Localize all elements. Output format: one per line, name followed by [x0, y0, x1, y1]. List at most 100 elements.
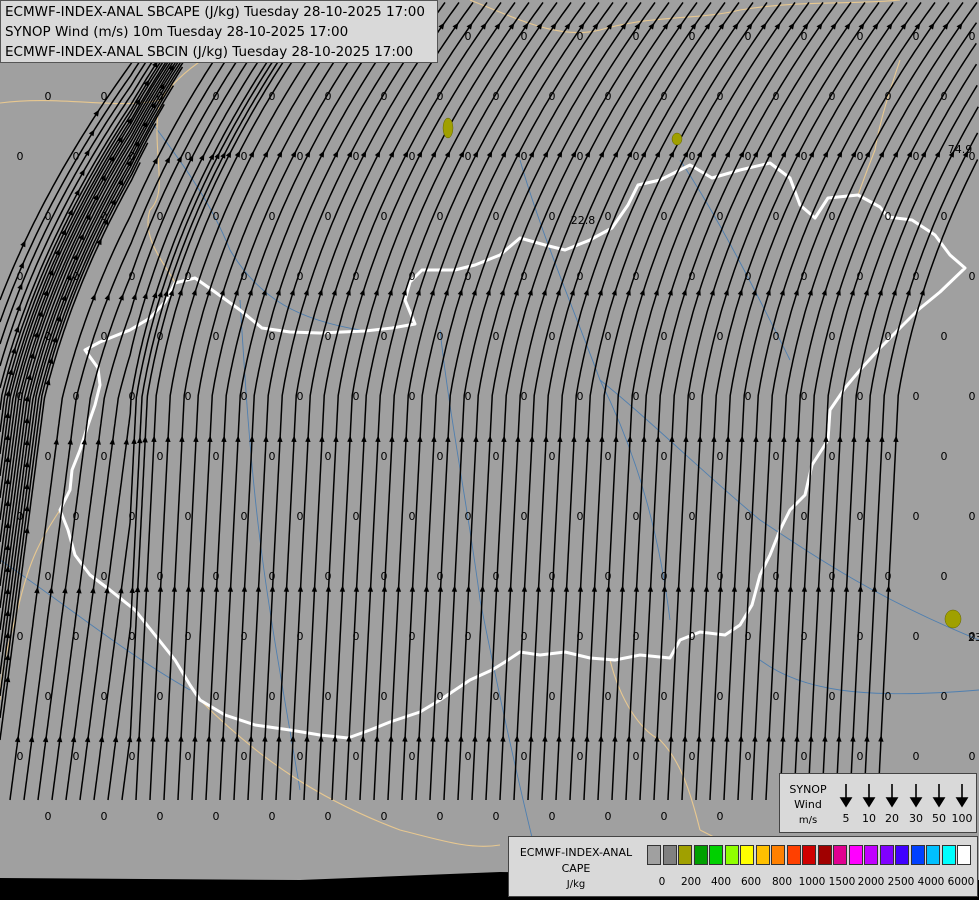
cin-value-label: 0: [381, 570, 388, 583]
cin-value-label: 0: [801, 150, 808, 163]
cin-value-label: 0: [213, 450, 220, 463]
cin-value-label: 0: [437, 330, 444, 343]
cin-value-label: 0: [577, 630, 584, 643]
cape-color-legend: ECMWF-INDEX-ANAL CAPE J/kg 0 200 400 600 800…: [508, 836, 978, 897]
cin-value-label: 0: [829, 450, 836, 463]
cin-value-label: 0: [633, 630, 640, 643]
cape-tick-label: 400: [710, 876, 732, 888]
cin-value-label: 0: [437, 810, 444, 823]
cin-value-label: 0: [17, 390, 24, 403]
synop-legend-subtitle: Wind: [794, 798, 822, 811]
cin-value-label: 0: [17, 510, 24, 523]
cin-value-label: 0: [913, 150, 920, 163]
cin-value-label: 0: [801, 30, 808, 43]
cin-value-label: 0: [129, 630, 136, 643]
cin-value-label: 0: [297, 750, 304, 763]
cin-value-label: 0: [493, 570, 500, 583]
cin-value-label: 0: [493, 450, 500, 463]
cin-value-label: 0: [521, 390, 528, 403]
cin-value-label: 0: [717, 570, 724, 583]
wind-speed-label: 10: [862, 812, 876, 825]
cape-color-swatch: [864, 845, 878, 865]
wind-speed-label: 50: [932, 812, 946, 825]
cin-value-label: 0: [829, 90, 836, 103]
cape-tick-label: 6000: [947, 876, 975, 888]
cin-value-label: 0: [941, 330, 948, 343]
cin-value-label: 0: [325, 90, 332, 103]
cape-color-swatch: [941, 845, 956, 865]
cin-value-label: 0: [885, 210, 892, 223]
cape-value-label: 74.9: [948, 143, 973, 156]
cape-tick-label: 2000: [857, 876, 885, 888]
cin-value-label: 0: [717, 330, 724, 343]
cin-value-label: 0: [885, 570, 892, 583]
cin-value-label: 0: [297, 150, 304, 163]
cin-value-label: 0: [157, 450, 164, 463]
cin-value-label: 0: [213, 570, 220, 583]
cin-value-label: 0: [73, 510, 80, 523]
cin-layer-title: ECMWF-INDEX-ANAL SBCIN (J/kg) Tuesday 28…: [5, 44, 414, 60]
cin-value-label: 0: [745, 750, 752, 763]
cape-color-swatch: [740, 845, 754, 865]
cin-value-label: 0: [437, 210, 444, 223]
synop-legend-unit: m/s: [798, 815, 818, 826]
cin-value-label: 0: [521, 510, 528, 523]
cin-value-label: 0: [45, 90, 52, 103]
cin-value-label: 0: [857, 150, 864, 163]
cin-value-label: 0: [857, 270, 864, 283]
cape-color-swatch: [647, 845, 661, 865]
cin-value-label: 0: [157, 90, 164, 103]
cape-color-swatch: [895, 845, 909, 865]
map-title-box: ECMWF-INDEX-ANAL SBCAPE (J/kg) Tuesday 2…: [0, 0, 438, 63]
cin-value-label: 0: [969, 30, 976, 43]
cin-value-label: 0: [269, 810, 276, 823]
cape-patch: [442, 117, 454, 139]
cin-value-label: 0: [577, 750, 584, 763]
cin-value-label: 0: [661, 90, 668, 103]
cin-value-label: 0: [549, 570, 556, 583]
cin-value-label: 0: [773, 570, 780, 583]
cin-value-label: 0: [45, 690, 52, 703]
weather-map: 0 0 0 0 0 0 0 0 0 0 0 0 0 0 0 0 0 0 0 0 0 0 0 0 0 0 0 0 0 0 0 0 0 0 0 0 0 0 0 0…: [0, 0, 979, 900]
cin-value-label: 0: [45, 210, 52, 223]
cin-value-label: 0: [913, 270, 920, 283]
cin-value-label: 0: [549, 210, 556, 223]
cin-value-label: 0: [101, 90, 108, 103]
cin-value-label: 0: [241, 390, 248, 403]
cin-value-label: 0: [409, 390, 416, 403]
cin-value-label: 0: [465, 750, 472, 763]
cape-color-swatch: [724, 845, 739, 865]
cin-value-label: 0: [941, 450, 948, 463]
cape-color-swatch: [693, 845, 708, 865]
cape-color-swatch: [662, 845, 677, 865]
cin-value-label: 0: [857, 750, 864, 763]
cape-color-swatch: [817, 845, 832, 865]
cin-value-label: 0: [465, 150, 472, 163]
cin-value-label: 0: [409, 150, 416, 163]
cin-value-label: 0: [969, 750, 976, 763]
cin-value-label: 0: [17, 150, 24, 163]
cin-value-label: 0: [269, 450, 276, 463]
cin-value-label: 0: [241, 750, 248, 763]
cin-value-label: 0: [857, 390, 864, 403]
cin-value-label: 0: [969, 510, 976, 523]
cape-legend-title: ECMWF-INDEX-ANAL: [519, 846, 633, 859]
cape-color-swatch: [678, 845, 692, 865]
cin-value-label: 0: [353, 750, 360, 763]
cin-value-label: 0: [157, 690, 164, 703]
cin-value-label: 0: [493, 690, 500, 703]
cin-value-label: 0: [269, 330, 276, 343]
cin-value-label: 0: [297, 510, 304, 523]
cin-value-label: 0: [633, 30, 640, 43]
cin-value-label: 0: [101, 690, 108, 703]
wind-speed-label: 30: [909, 812, 923, 825]
cape-tick-label: 1500: [828, 876, 856, 888]
cape-tick-label: 800: [771, 876, 793, 888]
cin-value-label: 0: [577, 390, 584, 403]
cape-tick-label: 600: [740, 876, 762, 888]
cin-value-label: 0: [745, 150, 752, 163]
cin-value-label: 0: [157, 330, 164, 343]
cin-value-label: 0: [745, 510, 752, 523]
cin-value-label: 0: [633, 510, 640, 523]
cin-value-label: 0: [45, 450, 52, 463]
